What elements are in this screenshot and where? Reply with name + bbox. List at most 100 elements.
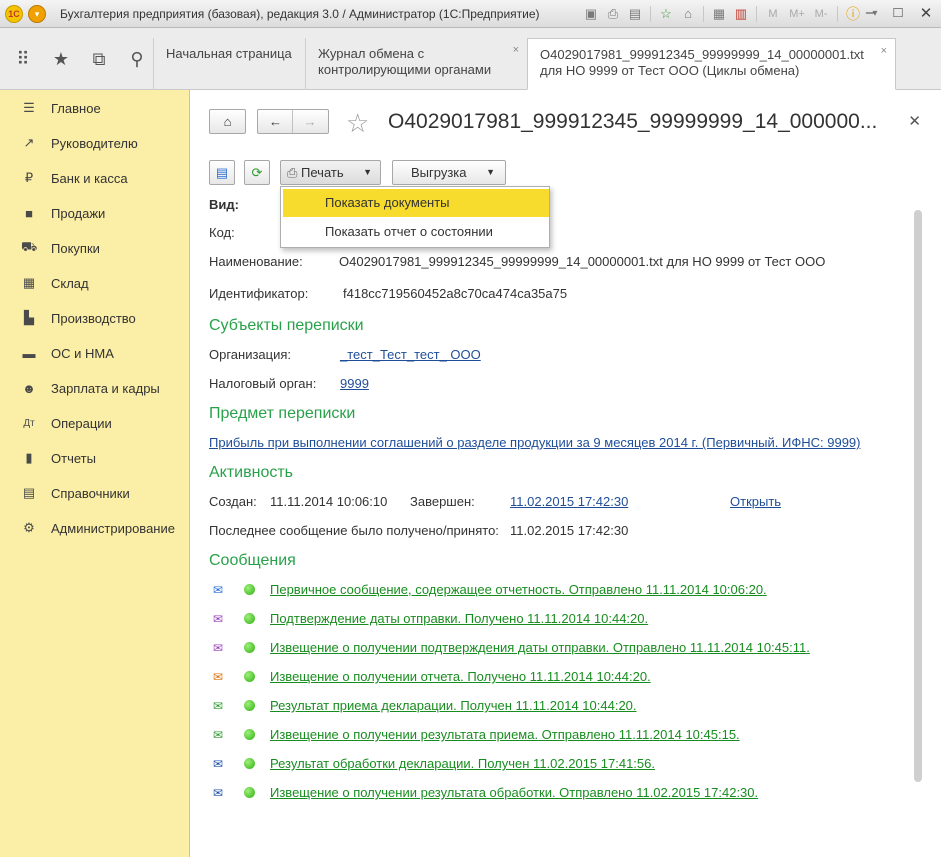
people-icon: ☻: [22, 380, 36, 396]
status-dot-icon: [244, 613, 255, 624]
message-link[interactable]: Результат приема декларации. Получен 11.…: [270, 698, 637, 713]
favorite-star-icon[interactable]: ☆: [346, 108, 369, 139]
warehouse-icon: ▦: [22, 275, 36, 290]
last-message-label: Последнее сообщение было получено/принят…: [209, 523, 499, 538]
message-link[interactable]: Извещение о получении отчета. Получено 1…: [270, 669, 651, 684]
print-icon[interactable]: ⎙: [604, 5, 622, 23]
message-link[interactable]: Первичное сообщение, содержащее отчетнос…: [270, 582, 767, 597]
home-button[interactable]: ⌂: [209, 109, 246, 134]
tab-label: О4029017981_999912345_99999999_14_000000…: [540, 47, 864, 78]
kod-label: Код:: [209, 225, 235, 240]
organization-link[interactable]: _тест_Тест_тест_ ООО: [340, 347, 481, 362]
forward-arrow-icon[interactable]: →: [293, 110, 327, 133]
section-subjects: Субъекты переписки: [209, 317, 364, 334]
tab-exchange-journal[interactable]: Журнал обмена с контролирующими органами…: [305, 38, 527, 90]
printer-icon: ⎙: [287, 165, 298, 180]
document-icon: ▤: [215, 165, 229, 180]
menu-item-show-documents[interactable]: Показать документы: [283, 189, 549, 217]
scroll-thumb[interactable]: [914, 210, 922, 782]
status-dot-icon: [244, 584, 255, 595]
close-form-icon[interactable]: ✕: [908, 112, 921, 130]
section-activity: Активность: [209, 464, 294, 481]
subject-matter-link[interactable]: Прибыль при выполнении соглашений о разд…: [209, 435, 860, 450]
star-icon[interactable]: ★: [50, 49, 72, 70]
post-button[interactable]: ▤: [209, 160, 235, 185]
close-icon[interactable]: ✕: [919, 4, 933, 22]
sidebar-item-label: Руководителю: [51, 135, 138, 151]
books-icon: ▤: [22, 485, 36, 500]
sidebar-item-fixed-assets[interactable]: ▬ ОС и НМА: [0, 338, 190, 368]
sidebar-item-manager[interactable]: ↗ Руководителю: [0, 128, 190, 158]
print-button[interactable]: ⎙ Печать ▼: [280, 160, 381, 185]
chevron-down-icon: ▼: [486, 167, 495, 177]
message-link[interactable]: Извещение о получении подтверждения даты…: [270, 640, 810, 655]
open-link[interactable]: Открыть: [730, 494, 781, 509]
close-tab-icon[interactable]: ×: [513, 42, 519, 58]
history-icon[interactable]: ⌂: [679, 5, 697, 23]
sidebar-item-label: Зарплата и кадры: [51, 380, 160, 396]
search-icon[interactable]: ⚲: [126, 49, 148, 70]
message-link[interactable]: Подтверждение даты отправки. Получено 11…: [270, 611, 648, 626]
calendar-icon[interactable]: ▥: [732, 5, 750, 23]
sidebar-item-main[interactable]: ☰ Главное: [0, 93, 190, 123]
sidebar-item-salary[interactable]: ☻ Зарплата и кадры: [0, 373, 190, 403]
export-button[interactable]: Выгрузка ▼: [392, 160, 506, 185]
refresh-button[interactable]: ⟳: [244, 160, 270, 185]
info-icon[interactable]: ⓘ: [844, 5, 862, 23]
envelope-send-icon: ✉: [212, 786, 224, 800]
message-link[interactable]: Результат обработки декларации. Получен …: [270, 756, 655, 771]
envelope-receive-icon: ✉: [212, 699, 224, 713]
preview-icon[interactable]: ▤: [626, 5, 644, 23]
sidebar-item-production[interactable]: ▙ Производство: [0, 303, 190, 333]
sidebar-item-directories[interactable]: ▤ Справочники: [0, 478, 190, 508]
favorites-add-icon[interactable]: ☆: [657, 5, 675, 23]
home-icon: ⌂: [223, 114, 232, 129]
message-row: ✉ Подтверждение даты отправки. Получено …: [209, 609, 849, 629]
message-row: ✉ Извещение о получении результата прием…: [209, 725, 849, 745]
back-arrow-icon[interactable]: ←: [259, 110, 293, 133]
status-dot-icon: [244, 642, 255, 653]
sidebar-item-bank[interactable]: ₽ Банк и касса: [0, 163, 190, 193]
tab-home[interactable]: Начальная страница: [153, 38, 304, 90]
minimize-icon[interactable]: –: [863, 4, 877, 22]
save-icon[interactable]: ▣: [582, 5, 600, 23]
calculator-icon[interactable]: ▦: [710, 5, 728, 23]
menu-item-show-status-report[interactable]: Показать отчет о состоянии: [283, 218, 549, 246]
sidebar-item-operations[interactable]: Дт Операции: [0, 408, 190, 438]
finished-label: Завершен:: [410, 494, 475, 509]
maximize-icon[interactable]: □: [891, 4, 905, 22]
nav-buttons: ← →: [257, 109, 329, 134]
message-link[interactable]: Извещение о получении результата обработ…: [270, 785, 758, 800]
tab-exchange-cycles[interactable]: О4029017981_999912345_99999999_14_000000…: [527, 38, 896, 90]
message-row: ✉ Результат обработки декларации. Получе…: [209, 754, 849, 774]
trend-icon: ↗: [23, 135, 35, 150]
history-icon[interactable]: ⧉: [88, 49, 110, 70]
memory-mplus-button[interactable]: M+: [787, 5, 807, 23]
sidebar-item-label: Производство: [51, 310, 136, 326]
message-row: ✉ Первичное сообщение, содержащее отчетн…: [209, 580, 849, 600]
tab-tools: ⠿ ★ ⧉ ⚲: [0, 28, 153, 90]
cart-icon: ⛟: [21, 239, 38, 254]
print-button-label: Печать: [301, 165, 344, 180]
sidebar-item-sales[interactable]: ■ Продажи: [0, 198, 190, 228]
sidebar-item-warehouse[interactable]: ▦ Склад: [0, 268, 190, 298]
message-row: ✉ Извещение о получении отчета. Получено…: [209, 667, 849, 687]
sidebar-item-administration[interactable]: ⚙ Администрирование: [0, 513, 190, 543]
memory-m-button[interactable]: M: [763, 5, 783, 23]
factory-icon: ▙: [24, 310, 34, 325]
envelope-receive-icon: ✉: [212, 670, 224, 684]
tab-label: Начальная страница: [166, 46, 292, 61]
vertical-scrollbar[interactable]: [913, 210, 923, 850]
close-tab-icon[interactable]: ×: [881, 43, 887, 59]
main-menu-icon[interactable]: ▾: [28, 5, 46, 23]
name-value: О4029017981_999912345_99999999_14_000000…: [339, 254, 826, 269]
sidebar-item-purchases[interactable]: ⛟ Покупки: [0, 233, 190, 263]
sidebar-item-reports[interactable]: ▮ Отчеты: [0, 443, 190, 473]
message-link[interactable]: Извещение о получении результата приема.…: [270, 727, 740, 742]
tax-authority-link[interactable]: 9999: [340, 376, 369, 391]
finished-link[interactable]: 11.02.2015 17:42:30: [510, 494, 628, 509]
memory-mminus-button[interactable]: M-: [811, 5, 831, 23]
apps-grid-icon[interactable]: ⠿: [12, 49, 34, 70]
tab-bar: ⠿ ★ ⧉ ⚲ Начальная страница Журнал обмена…: [0, 28, 941, 90]
tax-authority-label: Налоговый орган:: [209, 376, 317, 391]
